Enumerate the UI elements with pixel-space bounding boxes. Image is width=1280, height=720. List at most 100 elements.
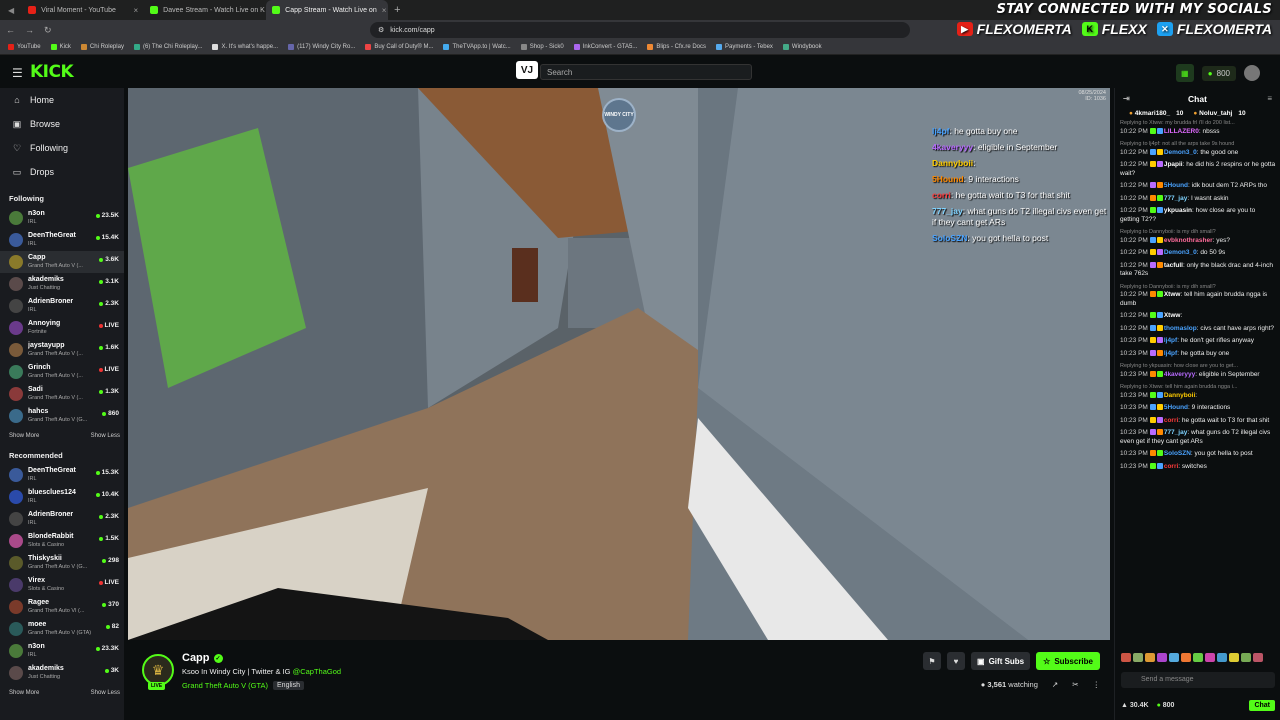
language-tag[interactable]: English [273, 681, 304, 690]
bookmark-item[interactable]: (6) The Chi Roleplay... [133, 44, 202, 50]
top-gifter[interactable]: ● 4kmari180_ 10 [1129, 110, 1183, 117]
emote-icon[interactable] [1121, 653, 1131, 662]
message-user[interactable]: LILLAZER0 [1164, 128, 1199, 135]
clip-icon[interactable]: ✂ [1072, 680, 1078, 689]
chat-input[interactable]: Send a message [1121, 672, 1275, 688]
search-input[interactable]: Search [540, 64, 752, 80]
emote-icon[interactable] [1193, 653, 1203, 662]
gift-subs-button[interactable]: ▣ Gift Subs [971, 652, 1031, 670]
nav-item-following[interactable]: ♡ Following [0, 136, 124, 160]
video-player[interactable]: WINDY CITY 08/25/2024 ID: 1036 lj4pf: he… [128, 88, 1110, 640]
notification-bell-button[interactable]: ⚑ [923, 652, 942, 670]
message-user[interactable]: lj4pf [1164, 337, 1177, 344]
bookmark-item[interactable]: (117) Windy City Ro... [288, 44, 355, 50]
channel-item[interactable]: akademiks Just Chatting 3K [0, 662, 124, 684]
user-avatar[interactable] [1244, 65, 1260, 81]
emote-icon[interactable] [1169, 653, 1179, 662]
bookmark-item[interactable]: Buy Call of Duty® M... [365, 44, 433, 50]
message-user[interactable]: tacfull [1164, 262, 1183, 269]
emote-icon[interactable] [1133, 653, 1143, 662]
channel-item[interactable]: AdrienBroner IRL 2.3K [0, 295, 124, 317]
close-tab-icon[interactable]: × [133, 6, 138, 15]
menu-icon[interactable]: ☰ [12, 66, 23, 80]
top-gifter[interactable]: ● Noluv_tahj 10 [1193, 110, 1245, 117]
bookmark-item[interactable]: TheTVApp.to | Watc... [443, 44, 511, 50]
show-less-button[interactable]: Show Less [91, 433, 120, 439]
channel-item[interactable]: akademiks Just Chatting 3.1K [0, 273, 124, 295]
more-options-icon[interactable]: ⋮ [1093, 680, 1101, 689]
message-user[interactable]: Xtww [1164, 291, 1181, 298]
kick-logo[interactable]: KICK [30, 62, 74, 82]
emote-icon[interactable] [1181, 653, 1191, 662]
bookmark-item[interactable]: Chi Roleplay [80, 44, 124, 50]
message-user[interactable]: 777_jay [1164, 429, 1188, 436]
nav-item-drops[interactable]: ▭ Drops [0, 160, 124, 184]
emote-icon[interactable] [1217, 653, 1227, 662]
message-user[interactable]: SoloSZN [1164, 450, 1191, 457]
channel-item[interactable]: Thiskyskii Grand Theft Auto V (G... 298 [0, 552, 124, 574]
message-user[interactable]: evbknothrasher [1164, 237, 1213, 244]
recommended-show-less-button[interactable]: Show Less [91, 690, 120, 696]
reply-preview[interactable]: Replying to lj4pf: not all the arps take… [1120, 140, 1276, 149]
message-user[interactable]: lj4pf [1164, 350, 1177, 357]
channel-item[interactable]: n3on IRL 23.5K [0, 207, 124, 229]
bookmark-item[interactable]: InkConvert - GTA5... [573, 44, 637, 50]
site-info-icon[interactable]: ⚙ [378, 26, 384, 34]
message-user[interactable]: thomaslop [1164, 325, 1197, 332]
bookmark-item[interactable]: Blips - Cfx.re Docs [647, 44, 706, 50]
channel-item[interactable]: hahcs Grand Theft Auto V (G... 860 [0, 405, 124, 427]
subscribe-button[interactable]: ☆ Subscribe [1036, 652, 1100, 670]
channel-item[interactable]: DeenTheGreat IRL 15.4K [0, 229, 124, 251]
recommended-show-more-button[interactable]: Show More [9, 690, 39, 696]
message-user[interactable]: Demon3_0 [1164, 149, 1197, 156]
reply-preview[interactable]: Replying to ykpuasin: how close are you … [1120, 362, 1276, 371]
emote-icon[interactable] [1145, 653, 1155, 662]
reply-preview[interactable]: Replying to Dannyboii: is my dih small? [1120, 283, 1276, 292]
channel-item[interactable]: Sadi Grand Theft Auto V (... 1.3K [0, 383, 124, 405]
emote-icon[interactable] [1205, 653, 1215, 662]
follow-heart-button[interactable]: ♥ [947, 652, 966, 670]
stream-handle[interactable]: @CapThaGod [293, 667, 341, 676]
points-pill[interactable]: ● 800 [1201, 65, 1236, 81]
show-more-button[interactable]: Show More [9, 433, 39, 439]
message-user[interactable]: Dannyboii [1164, 392, 1195, 399]
nav-item-browse[interactable]: ▣ Browse [0, 112, 124, 136]
message-user[interactable]: 4kaveryyy [1164, 371, 1195, 378]
message-user[interactable]: 777_jay [1164, 195, 1188, 202]
message-user[interactable]: Jpapii [1164, 161, 1183, 168]
reply-preview[interactable]: Replying to Xtww: tell him again brudda … [1120, 383, 1276, 392]
message-user[interactable]: corri [1164, 417, 1178, 424]
nav-back-icon[interactable]: ← [6, 25, 15, 35]
browser-tab[interactable]: Capp Stream - Watch Live on × [266, 0, 389, 20]
reply-preview[interactable]: Replying to Xtww: my brudda frl i'll do … [1120, 119, 1276, 128]
browser-tab[interactable]: Davee Stream - Watch Live on K× [144, 0, 266, 20]
bookmark-item[interactable]: Kick [50, 44, 71, 50]
message-user[interactable]: 5Hound [1164, 182, 1188, 189]
url-bar[interactable]: ⚙ kick.com/capp [370, 22, 910, 38]
emote-icon[interactable] [1157, 653, 1167, 662]
channel-item[interactable]: Virex Slots & Casino LIVE [0, 574, 124, 596]
nav-forward-icon[interactable]: → [25, 25, 34, 35]
channel-item[interactable]: Capp Grand Theft Auto V (... 3.6K [0, 251, 124, 273]
bookmark-item[interactable]: Payments - Tebex [716, 44, 773, 50]
message-user[interactable]: corri [1164, 463, 1178, 470]
message-user[interactable]: ykpuasin [1164, 207, 1192, 214]
new-tab-button[interactable]: + [388, 4, 406, 16]
share-icon[interactable]: ↗ [1052, 680, 1058, 689]
message-user[interactable]: Demon3_0 [1164, 249, 1197, 256]
reload-icon[interactable]: ↻ [44, 25, 52, 36]
bookmark-item[interactable]: YouTube [8, 44, 41, 50]
browser-tab[interactable]: Viral Moment - YouTube × [22, 0, 144, 20]
send-chat-button[interactable]: Chat [1249, 699, 1275, 711]
channel-item[interactable]: BlondeRabbit Slots & Casino 1.5K [0, 530, 124, 552]
channel-item[interactable]: AdrienBroner IRL 2.3K [0, 508, 124, 530]
message-user[interactable]: 5Hound [1164, 404, 1188, 411]
stream-category[interactable]: Grand Theft Auto V (GTA) [182, 681, 268, 690]
channel-item[interactable]: n3on IRL 23.3K [0, 640, 124, 662]
message-user[interactable]: Xtww [1164, 312, 1181, 319]
channel-item[interactable]: bluesclues124 IRL 10.4K [0, 486, 124, 508]
channel-item[interactable]: Annoying Fortnite LIVE [0, 317, 124, 339]
channel-item[interactable]: Ragee Grand Theft Auto VI (... 370 [0, 596, 124, 618]
nav-item-home[interactable]: ⌂ Home [0, 88, 124, 112]
bookmark-item[interactable]: X. It's what's happe... [212, 44, 278, 50]
